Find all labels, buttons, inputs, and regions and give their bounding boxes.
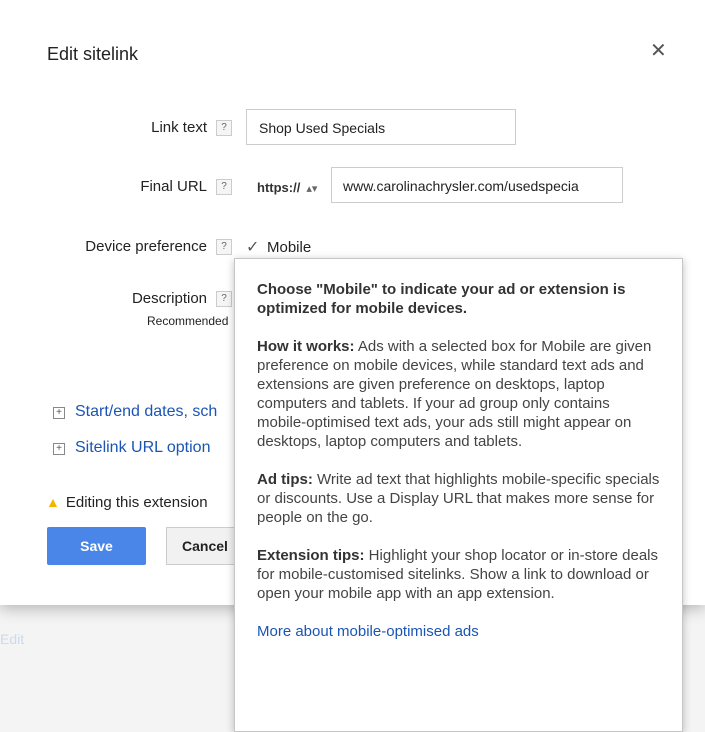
recommended-note: Recommended bbox=[147, 314, 229, 328]
protocol-select[interactable]: https:// ▴▾ bbox=[257, 180, 317, 195]
link-text-label: Link text bbox=[151, 119, 207, 136]
expand-icon: + bbox=[53, 443, 65, 455]
tooltip-extension-tips: Extension tips: Highlight your shop loca… bbox=[257, 546, 660, 603]
close-icon[interactable]: ✕ bbox=[650, 38, 667, 63]
dates-expander-label: Start/end dates, sch bbox=[75, 403, 218, 420]
protocol-value: https:// bbox=[257, 180, 301, 195]
help-icon[interactable]: ? bbox=[216, 179, 232, 195]
editing-warning: ▲ Editing this extension bbox=[46, 494, 208, 511]
how-title: How it works: bbox=[257, 338, 355, 355]
description-label: Description bbox=[131, 290, 207, 307]
mobile-checkbox-label[interactable]: Mobile bbox=[267, 239, 311, 256]
tooltip-lead: Choose "Mobile" to indicate your ad or e… bbox=[257, 281, 626, 317]
dialog-title: Edit sitelink bbox=[47, 44, 139, 64]
tooltip-how-it-works: How it works: Ads with a selected box fo… bbox=[257, 337, 660, 451]
ext-title: Extension tips: bbox=[257, 547, 365, 564]
final-url-input[interactable]: www.carolinachrysler.com/usedspecia bbox=[331, 167, 623, 203]
final-url-label: Final URL bbox=[140, 178, 207, 195]
ad-body: Write ad text that highlights mobile-spe… bbox=[257, 471, 660, 526]
ad-title: Ad tips: bbox=[257, 471, 313, 488]
url-options-expander[interactable]: + Sitelink URL option bbox=[53, 439, 210, 457]
dates-expander[interactable]: + Start/end dates, sch bbox=[53, 403, 217, 421]
save-button[interactable]: Save bbox=[47, 527, 146, 565]
help-icon[interactable]: ? bbox=[216, 239, 232, 255]
warning-icon: ▲ bbox=[46, 494, 60, 510]
checkmark-icon[interactable]: ✓ bbox=[246, 237, 259, 257]
help-icon[interactable]: ? bbox=[216, 291, 232, 307]
select-arrows-icon: ▴▾ bbox=[306, 183, 318, 195]
device-preference-label: Device preference bbox=[85, 238, 207, 255]
url-options-expander-label: Sitelink URL option bbox=[75, 439, 211, 456]
expand-icon: + bbox=[53, 407, 65, 419]
warning-text: Editing this extension bbox=[65, 494, 208, 511]
mobile-help-tooltip: Choose "Mobile" to indicate your ad or e… bbox=[234, 258, 683, 732]
tooltip-ad-tips: Ad tips: Write ad text that highlights m… bbox=[257, 470, 660, 527]
link-text-input[interactable]: Shop Used Specials bbox=[246, 109, 516, 145]
more-about-mobile-ads-link[interactable]: More about mobile-optimised ads bbox=[257, 623, 479, 640]
page-edit-link[interactable]: Edit bbox=[0, 631, 24, 647]
help-icon[interactable]: ? bbox=[216, 120, 232, 136]
